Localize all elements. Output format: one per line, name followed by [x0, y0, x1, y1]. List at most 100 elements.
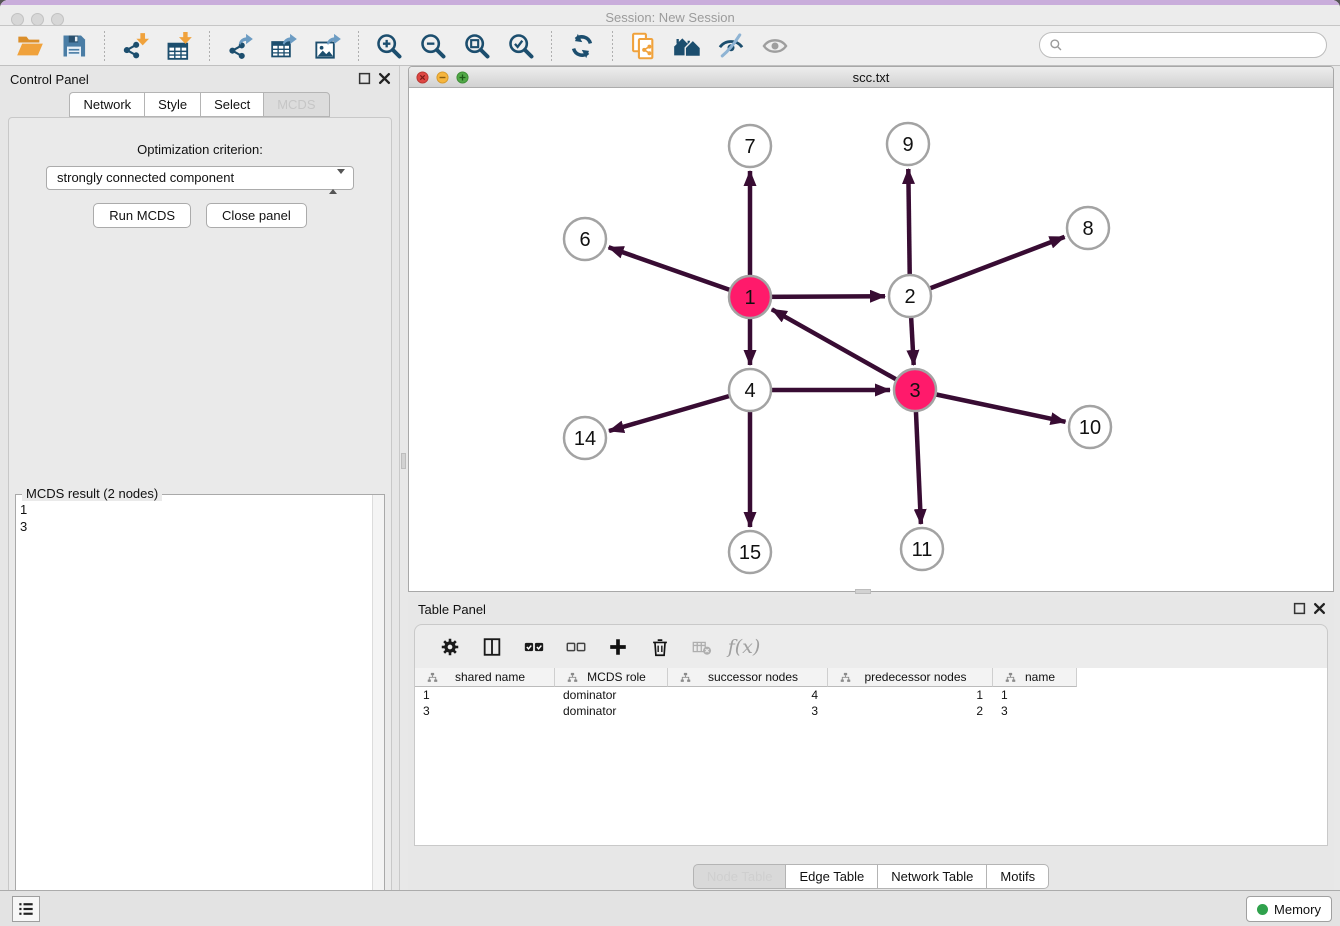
mcds-result-item[interactable]: 1: [20, 501, 380, 518]
table-cell[interactable]: 3: [993, 703, 1077, 719]
titlebar: Session: New Session: [0, 0, 1340, 26]
deselect-all-icon[interactable]: [564, 635, 588, 659]
graph-node-label-6: 6: [579, 229, 590, 251]
export-table-icon[interactable]: [269, 31, 299, 61]
toolbar-separator: [209, 31, 210, 61]
tab-motifs[interactable]: Motifs: [986, 864, 1049, 889]
refresh-icon[interactable]: [567, 31, 597, 61]
column-layout-icon[interactable]: [480, 635, 504, 659]
mcds-result-title: MCDS result (2 nodes): [22, 486, 162, 501]
table-cell[interactable]: 3: [668, 703, 828, 719]
import-network-icon[interactable]: [120, 31, 150, 61]
column-header-predecessor-nodes[interactable]: predecessor nodes: [828, 668, 993, 687]
search-box[interactable]: [1039, 32, 1327, 58]
table-cell[interactable]: 1: [828, 687, 993, 703]
toolbar-icon-groups: [0, 31, 797, 61]
column-header-successor-nodes[interactable]: successor nodes: [668, 668, 828, 687]
function-icon: f(x): [732, 635, 756, 659]
tab-select[interactable]: Select: [200, 92, 263, 117]
tab-network[interactable]: Network: [69, 92, 144, 117]
zoom-in-icon[interactable]: [374, 31, 404, 61]
close-table-panel-icon[interactable]: [1313, 602, 1326, 615]
mcds-result-list[interactable]: 13: [16, 495, 384, 541]
float-table-panel-icon[interactable]: [1293, 602, 1306, 615]
search-input[interactable]: [1063, 35, 1326, 55]
column-header-shared-name[interactable]: shared name: [415, 668, 555, 687]
clone-network-icon[interactable]: [628, 31, 658, 61]
graph-edge-3-10[interactable]: [915, 390, 1066, 422]
graph-edge-1-6[interactable]: [609, 247, 750, 297]
houses-icon[interactable]: [672, 31, 702, 61]
search-icon: [1049, 38, 1063, 52]
run-mcds-button[interactable]: Run MCDS: [93, 203, 191, 228]
column-header-mcds-role[interactable]: MCDS role: [555, 668, 668, 687]
network-window-titlebar[interactable]: scc.txt: [409, 67, 1333, 88]
graph-edge-3-1[interactable]: [772, 309, 915, 390]
tab-style[interactable]: Style: [144, 92, 200, 117]
task-history-button[interactable]: [12, 896, 40, 922]
export-image-icon[interactable]: [313, 31, 343, 61]
application-window: Session: New Session Control Panel Netwo…: [0, 0, 1340, 926]
table-cell[interactable]: dominator: [555, 703, 668, 719]
hide-eye-icon[interactable]: [716, 31, 746, 61]
graph-node-label-11: 11: [912, 539, 933, 561]
table-toolbar: f(x): [414, 624, 1328, 668]
network-view-window: scc.txt 1234678910111415: [408, 66, 1334, 592]
window-title: Session: New Session: [0, 10, 1340, 25]
table-row[interactable]: 1dominator411: [415, 687, 1327, 703]
delete-table-icon: [690, 635, 714, 659]
graph-edge-2-8[interactable]: [910, 237, 1065, 296]
table-cell[interactable]: dominator: [555, 687, 668, 703]
tab-network-table[interactable]: Network Table: [877, 864, 986, 889]
settings-gear-icon[interactable]: [438, 635, 462, 659]
table-cell[interactable]: 1: [993, 687, 1077, 703]
float-panel-icon[interactable]: [358, 72, 371, 85]
graph-node-label-10: 10: [1079, 417, 1101, 439]
open-folder-icon[interactable]: [15, 31, 45, 61]
mcds-result-item[interactable]: 3: [20, 518, 380, 535]
save-icon[interactable]: [59, 31, 89, 61]
import-table-icon[interactable]: [164, 31, 194, 61]
toolbar-separator: [612, 31, 613, 61]
zoom-selected-icon[interactable]: [506, 31, 536, 61]
result-scrollbar[interactable]: [372, 495, 384, 926]
close-panel-button[interactable]: Close panel: [206, 203, 307, 228]
memory-button[interactable]: Memory: [1246, 896, 1332, 922]
toolbar-separator: [551, 31, 552, 61]
select-all-icon[interactable]: [522, 635, 546, 659]
main-toolbar: [0, 26, 1340, 66]
zoom-out-icon[interactable]: [418, 31, 448, 61]
criterion-select[interactable]: strongly connected component: [46, 166, 354, 190]
horizontal-splitter-handle[interactable]: [855, 589, 871, 594]
eye-icon: [760, 31, 790, 61]
vertical-splitter-handle[interactable]: [401, 453, 406, 469]
table-row[interactable]: 3dominator323: [415, 703, 1327, 719]
optimization-criterion-label: Optimization criterion:: [9, 142, 391, 157]
attribute-type-icon: [834, 672, 845, 683]
toolbar-separator: [358, 31, 359, 61]
status-bar: Memory: [0, 890, 1340, 926]
add-icon[interactable]: [606, 635, 630, 659]
graph-node-label-9: 9: [902, 134, 913, 156]
tab-node-table[interactable]: Node Table: [693, 864, 786, 889]
table-cell[interactable]: 1: [415, 687, 555, 703]
table-cell[interactable]: 4: [668, 687, 828, 703]
export-network-icon[interactable]: [225, 31, 255, 61]
graph-node-label-15: 15: [739, 542, 761, 564]
delete-icon[interactable]: [648, 635, 672, 659]
attribute-type-icon: [674, 672, 685, 683]
attribute-type-icon: [999, 672, 1010, 683]
table-panel-tabs: Node TableEdge TableNetwork TableMotifs: [408, 864, 1334, 889]
close-panel-icon[interactable]: [378, 72, 391, 85]
select-stepper-icon: [329, 171, 345, 193]
tab-mcds[interactable]: MCDS: [263, 92, 329, 117]
zoom-fit-icon[interactable]: [462, 31, 492, 61]
column-header-name[interactable]: name: [993, 668, 1077, 687]
table-cell[interactable]: 2: [828, 703, 993, 719]
graph-node-label-8: 8: [1082, 218, 1093, 240]
table-cell[interactable]: 3: [415, 703, 555, 719]
network-window-title: scc.txt: [409, 70, 1333, 85]
network-canvas[interactable]: 1234678910111415: [409, 88, 1333, 591]
tab-edge-table[interactable]: Edge Table: [785, 864, 877, 889]
node-table[interactable]: shared nameMCDS rolesuccessor nodesprede…: [414, 668, 1328, 846]
